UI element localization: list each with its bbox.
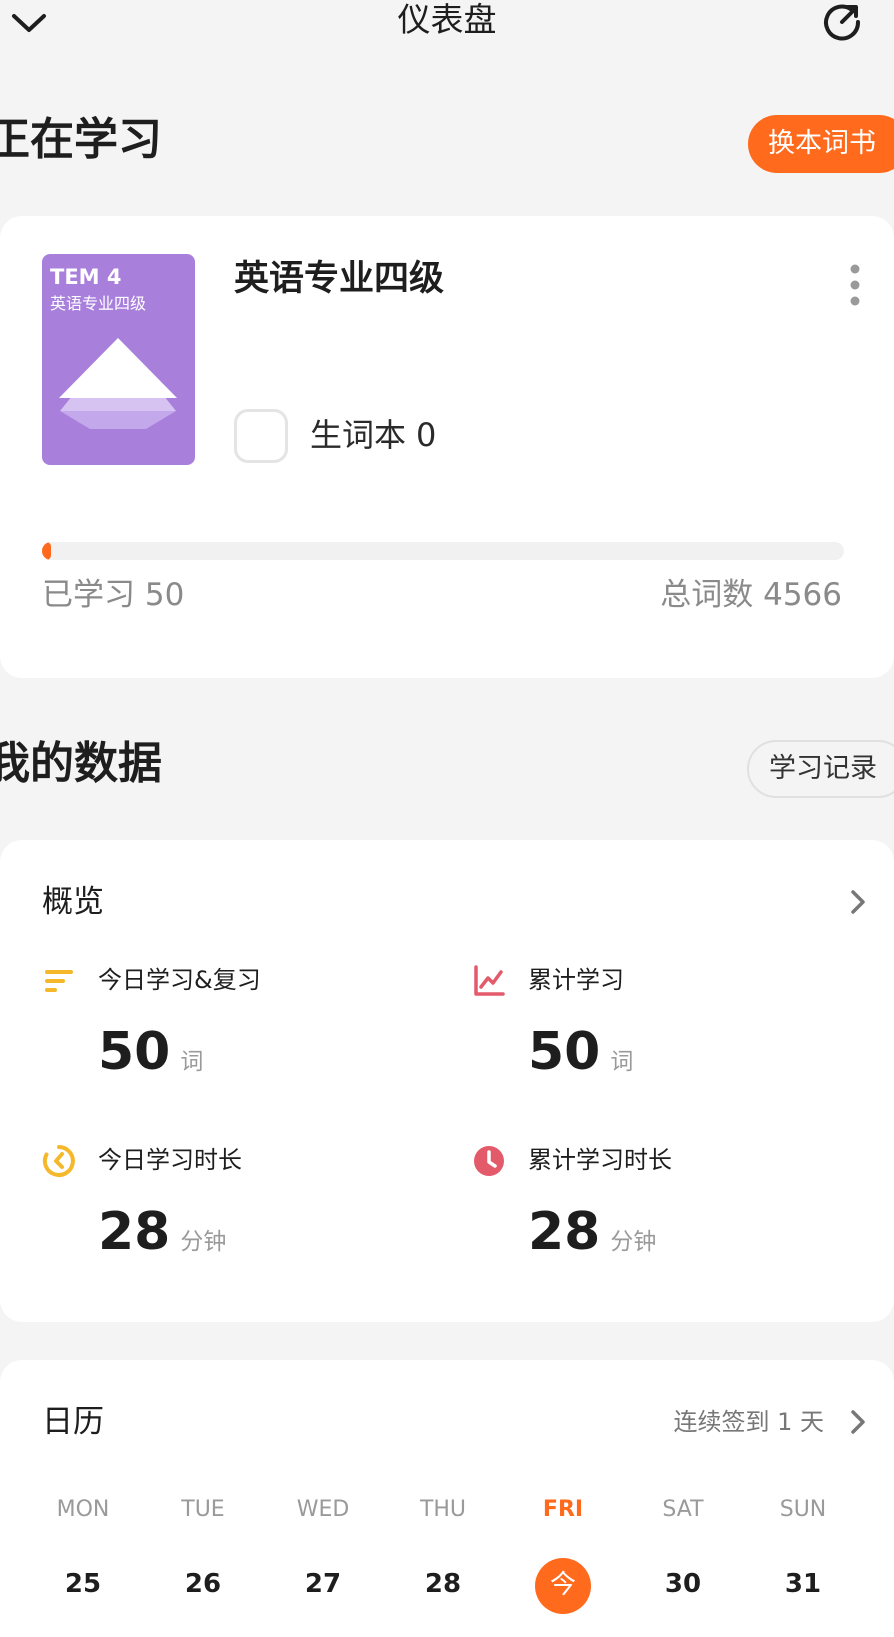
chevron-right-icon [851,890,865,914]
share-button[interactable] [820,0,864,44]
stat-value: 50 [528,1022,601,1082]
weekday-wed: WED [296,1497,350,1522]
weekday-thu: THU [419,1497,467,1522]
stat-label: 今日学习&复习 [98,966,261,994]
vocab-book-label[interactable]: 生词本 0 [310,412,436,458]
calendar-day[interactable]: 28 [383,1558,503,1610]
dashboard-page: 仪表盘 正在学习 换本词书 TEM 4 英语专业四级 英语专业四级 生词本 0 … [0,0,894,1637]
switch-book-button[interactable]: 换本词书 [748,115,894,173]
vocab-count: 0 [416,416,437,454]
learning-progress-bar [42,542,844,560]
cover-code: TEM 4 [50,265,122,289]
chevron-right-icon [851,1410,865,1434]
calendar-day[interactable]: 25 [23,1558,143,1610]
weekday-tue: TUE [181,1497,225,1522]
stat-label: 累计学习时长 [528,1146,672,1174]
stat-unit: 词 [610,1049,634,1075]
overview-card: 概览 今日学习&复习 50 词 累计学习 50 词 今日学习时长 28 分钟 累… [0,840,894,1322]
weekday-fri: FRI [542,1497,584,1522]
clock-icon [472,1144,506,1178]
cover-name: 英语专业四级 [50,294,147,313]
vocab-label-text: 生词本 [310,416,407,454]
stat-value: 28 [98,1202,171,1262]
weekday-sun: SUN [779,1497,827,1522]
stat-total-duration: 累计学习时长 28 分钟 [472,1144,852,1294]
overview-title[interactable]: 概览 [42,880,104,924]
learned-count: 已学习 50 [42,577,185,613]
top-bar: 仪表盘 [0,0,894,48]
book-name: 英语专业四级 [234,259,445,299]
stat-today-duration: 今日学习时长 28 分钟 [42,1144,422,1294]
stat-label: 今日学习时长 [98,1146,242,1174]
stat-label: 累计学习 [528,966,624,994]
share-arrow-icon [824,4,861,41]
overview-arrow[interactable] [850,884,874,920]
current-book-card: TEM 4 英语专业四级 英语专业四级 生词本 0 已学习 50 总词数 4566 [0,216,894,678]
list-lines-icon [42,964,76,998]
book-cover[interactable]: TEM 4 英语专业四级 [42,254,195,465]
stat-unit: 分钟 [180,1229,227,1255]
total-words: 总词数 4566 [660,577,842,613]
calendar-day-today[interactable]: 今 [503,1558,623,1614]
page-title: 仪表盘 [397,0,497,39]
learning-progress-fill [42,542,51,560]
stat-unit: 词 [180,1049,204,1075]
study-record-button[interactable]: 学习记录 [747,740,894,798]
stat-today-words: 今日学习&复习 50 词 [42,964,422,1114]
calendar-day[interactable]: 30 [623,1558,743,1610]
calendar-day[interactable]: 26 [143,1558,263,1610]
calendar-day[interactable]: 27 [263,1558,383,1610]
calendar-day[interactable]: 31 [743,1558,863,1610]
vocab-book-checkbox[interactable] [234,409,288,463]
weekday-mon: MON [56,1497,110,1522]
line-chart-icon [472,964,506,998]
timer-icon [42,1144,76,1178]
calendar-arrow[interactable] [850,1404,874,1440]
studying-section-title: 正在学习 [0,114,162,165]
weekday-sat: SAT [662,1497,704,1522]
stat-value: 28 [528,1202,601,1262]
more-vertical-icon [850,264,860,306]
stat-value: 50 [98,1022,171,1082]
stat-unit: 分钟 [610,1229,657,1255]
calendar-card: 日历 连续签到 1 天 MON TUE WED THU FRI SAT SUN … [0,1360,894,1637]
stat-total-words: 累计学习 50 词 [472,964,852,1114]
check-in-streak[interactable]: 连续签到 1 天 [673,1404,824,1440]
calendar-title: 日历 [42,1404,104,1440]
my-data-section-title: 我的数据 [0,738,162,789]
more-options-button[interactable] [838,260,872,310]
